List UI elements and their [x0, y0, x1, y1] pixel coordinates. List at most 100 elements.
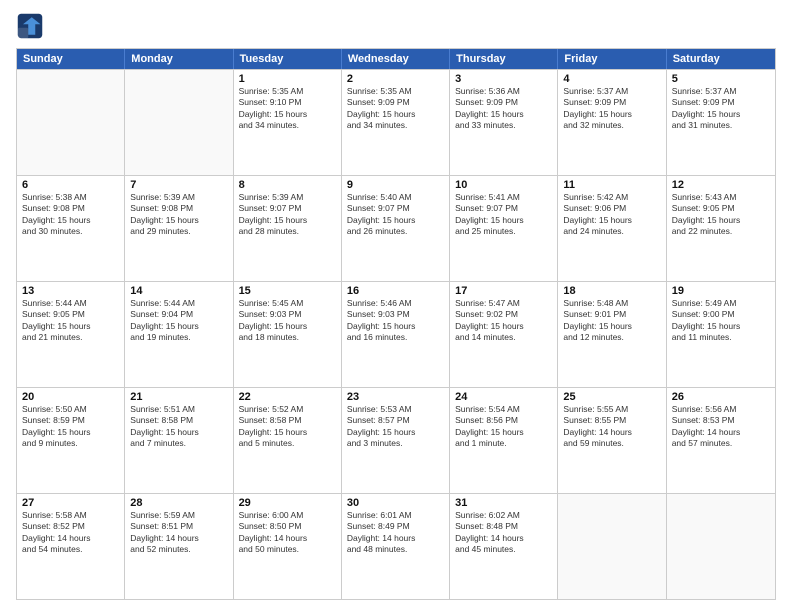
day-number: 29	[239, 497, 336, 509]
logo-icon	[16, 12, 44, 40]
cell-text: Sunrise: 5:37 AM Sunset: 9:09 PM Dayligh…	[672, 86, 770, 132]
weekday-header: Monday	[125, 49, 233, 69]
day-number: 28	[130, 497, 227, 509]
calendar-cell	[125, 70, 233, 175]
weekday-header: Thursday	[450, 49, 558, 69]
cell-text: Sunrise: 5:52 AM Sunset: 8:58 PM Dayligh…	[239, 404, 336, 450]
cell-text: Sunrise: 6:00 AM Sunset: 8:50 PM Dayligh…	[239, 510, 336, 556]
day-number: 19	[672, 285, 770, 297]
calendar-cell	[558, 494, 666, 599]
calendar-cell: 7Sunrise: 5:39 AM Sunset: 9:08 PM Daylig…	[125, 176, 233, 281]
calendar-cell: 15Sunrise: 5:45 AM Sunset: 9:03 PM Dayli…	[234, 282, 342, 387]
weekday-header: Tuesday	[234, 49, 342, 69]
cell-text: Sunrise: 5:59 AM Sunset: 8:51 PM Dayligh…	[130, 510, 227, 556]
calendar-cell: 26Sunrise: 5:56 AM Sunset: 8:53 PM Dayli…	[667, 388, 775, 493]
calendar-cell: 4Sunrise: 5:37 AM Sunset: 9:09 PM Daylig…	[558, 70, 666, 175]
calendar-cell: 11Sunrise: 5:42 AM Sunset: 9:06 PM Dayli…	[558, 176, 666, 281]
day-number: 25	[563, 391, 660, 403]
day-number: 30	[347, 497, 444, 509]
calendar-cell: 16Sunrise: 5:46 AM Sunset: 9:03 PM Dayli…	[342, 282, 450, 387]
cell-text: Sunrise: 5:36 AM Sunset: 9:09 PM Dayligh…	[455, 86, 552, 132]
weekday-header: Friday	[558, 49, 666, 69]
weekday-header: Saturday	[667, 49, 775, 69]
calendar-cell	[17, 70, 125, 175]
day-number: 16	[347, 285, 444, 297]
cell-text: Sunrise: 5:50 AM Sunset: 8:59 PM Dayligh…	[22, 404, 119, 450]
header	[16, 12, 776, 40]
calendar-row: 1Sunrise: 5:35 AM Sunset: 9:10 PM Daylig…	[17, 69, 775, 175]
calendar-cell: 6Sunrise: 5:38 AM Sunset: 9:08 PM Daylig…	[17, 176, 125, 281]
calendar-row: 6Sunrise: 5:38 AM Sunset: 9:08 PM Daylig…	[17, 175, 775, 281]
day-number: 11	[563, 179, 660, 191]
day-number: 8	[239, 179, 336, 191]
calendar-cell: 8Sunrise: 5:39 AM Sunset: 9:07 PM Daylig…	[234, 176, 342, 281]
day-number: 3	[455, 73, 552, 85]
calendar-cell: 22Sunrise: 5:52 AM Sunset: 8:58 PM Dayli…	[234, 388, 342, 493]
day-number: 1	[239, 73, 336, 85]
calendar-header: SundayMondayTuesdayWednesdayThursdayFrid…	[17, 49, 775, 69]
calendar-cell: 21Sunrise: 5:51 AM Sunset: 8:58 PM Dayli…	[125, 388, 233, 493]
day-number: 21	[130, 391, 227, 403]
cell-text: Sunrise: 5:44 AM Sunset: 9:04 PM Dayligh…	[130, 298, 227, 344]
cell-text: Sunrise: 5:42 AM Sunset: 9:06 PM Dayligh…	[563, 192, 660, 238]
calendar-cell: 12Sunrise: 5:43 AM Sunset: 9:05 PM Dayli…	[667, 176, 775, 281]
cell-text: Sunrise: 5:43 AM Sunset: 9:05 PM Dayligh…	[672, 192, 770, 238]
calendar: SundayMondayTuesdayWednesdayThursdayFrid…	[16, 48, 776, 600]
calendar-cell: 31Sunrise: 6:02 AM Sunset: 8:48 PM Dayli…	[450, 494, 558, 599]
cell-text: Sunrise: 5:35 AM Sunset: 9:09 PM Dayligh…	[347, 86, 444, 132]
calendar-cell: 2Sunrise: 5:35 AM Sunset: 9:09 PM Daylig…	[342, 70, 450, 175]
day-number: 10	[455, 179, 552, 191]
day-number: 22	[239, 391, 336, 403]
day-number: 14	[130, 285, 227, 297]
day-number: 18	[563, 285, 660, 297]
day-number: 13	[22, 285, 119, 297]
calendar-row: 13Sunrise: 5:44 AM Sunset: 9:05 PM Dayli…	[17, 281, 775, 387]
cell-text: Sunrise: 5:40 AM Sunset: 9:07 PM Dayligh…	[347, 192, 444, 238]
calendar-cell: 19Sunrise: 5:49 AM Sunset: 9:00 PM Dayli…	[667, 282, 775, 387]
cell-text: Sunrise: 6:01 AM Sunset: 8:49 PM Dayligh…	[347, 510, 444, 556]
cell-text: Sunrise: 5:46 AM Sunset: 9:03 PM Dayligh…	[347, 298, 444, 344]
cell-text: Sunrise: 5:39 AM Sunset: 9:07 PM Dayligh…	[239, 192, 336, 238]
calendar-cell: 3Sunrise: 5:36 AM Sunset: 9:09 PM Daylig…	[450, 70, 558, 175]
day-number: 24	[455, 391, 552, 403]
weekday-header: Wednesday	[342, 49, 450, 69]
day-number: 26	[672, 391, 770, 403]
calendar-cell: 20Sunrise: 5:50 AM Sunset: 8:59 PM Dayli…	[17, 388, 125, 493]
calendar-cell: 9Sunrise: 5:40 AM Sunset: 9:07 PM Daylig…	[342, 176, 450, 281]
calendar-cell: 23Sunrise: 5:53 AM Sunset: 8:57 PM Dayli…	[342, 388, 450, 493]
day-number: 9	[347, 179, 444, 191]
cell-text: Sunrise: 5:41 AM Sunset: 9:07 PM Dayligh…	[455, 192, 552, 238]
calendar-cell: 30Sunrise: 6:01 AM Sunset: 8:49 PM Dayli…	[342, 494, 450, 599]
cell-text: Sunrise: 5:38 AM Sunset: 9:08 PM Dayligh…	[22, 192, 119, 238]
calendar-body: 1Sunrise: 5:35 AM Sunset: 9:10 PM Daylig…	[17, 69, 775, 599]
day-number: 15	[239, 285, 336, 297]
calendar-cell: 25Sunrise: 5:55 AM Sunset: 8:55 PM Dayli…	[558, 388, 666, 493]
logo	[16, 12, 48, 40]
cell-text: Sunrise: 5:45 AM Sunset: 9:03 PM Dayligh…	[239, 298, 336, 344]
day-number: 6	[22, 179, 119, 191]
cell-text: Sunrise: 5:54 AM Sunset: 8:56 PM Dayligh…	[455, 404, 552, 450]
calendar-cell: 18Sunrise: 5:48 AM Sunset: 9:01 PM Dayli…	[558, 282, 666, 387]
day-number: 20	[22, 391, 119, 403]
cell-text: Sunrise: 5:51 AM Sunset: 8:58 PM Dayligh…	[130, 404, 227, 450]
calendar-cell: 10Sunrise: 5:41 AM Sunset: 9:07 PM Dayli…	[450, 176, 558, 281]
calendar-cell: 17Sunrise: 5:47 AM Sunset: 9:02 PM Dayli…	[450, 282, 558, 387]
page: SundayMondayTuesdayWednesdayThursdayFrid…	[0, 0, 792, 612]
cell-text: Sunrise: 5:55 AM Sunset: 8:55 PM Dayligh…	[563, 404, 660, 450]
day-number: 23	[347, 391, 444, 403]
weekday-header: Sunday	[17, 49, 125, 69]
calendar-cell: 14Sunrise: 5:44 AM Sunset: 9:04 PM Dayli…	[125, 282, 233, 387]
day-number: 12	[672, 179, 770, 191]
cell-text: Sunrise: 6:02 AM Sunset: 8:48 PM Dayligh…	[455, 510, 552, 556]
calendar-row: 20Sunrise: 5:50 AM Sunset: 8:59 PM Dayli…	[17, 387, 775, 493]
day-number: 17	[455, 285, 552, 297]
day-number: 31	[455, 497, 552, 509]
cell-text: Sunrise: 5:47 AM Sunset: 9:02 PM Dayligh…	[455, 298, 552, 344]
calendar-cell: 1Sunrise: 5:35 AM Sunset: 9:10 PM Daylig…	[234, 70, 342, 175]
day-number: 7	[130, 179, 227, 191]
day-number: 27	[22, 497, 119, 509]
cell-text: Sunrise: 5:37 AM Sunset: 9:09 PM Dayligh…	[563, 86, 660, 132]
calendar-cell: 27Sunrise: 5:58 AM Sunset: 8:52 PM Dayli…	[17, 494, 125, 599]
calendar-cell: 5Sunrise: 5:37 AM Sunset: 9:09 PM Daylig…	[667, 70, 775, 175]
cell-text: Sunrise: 5:35 AM Sunset: 9:10 PM Dayligh…	[239, 86, 336, 132]
